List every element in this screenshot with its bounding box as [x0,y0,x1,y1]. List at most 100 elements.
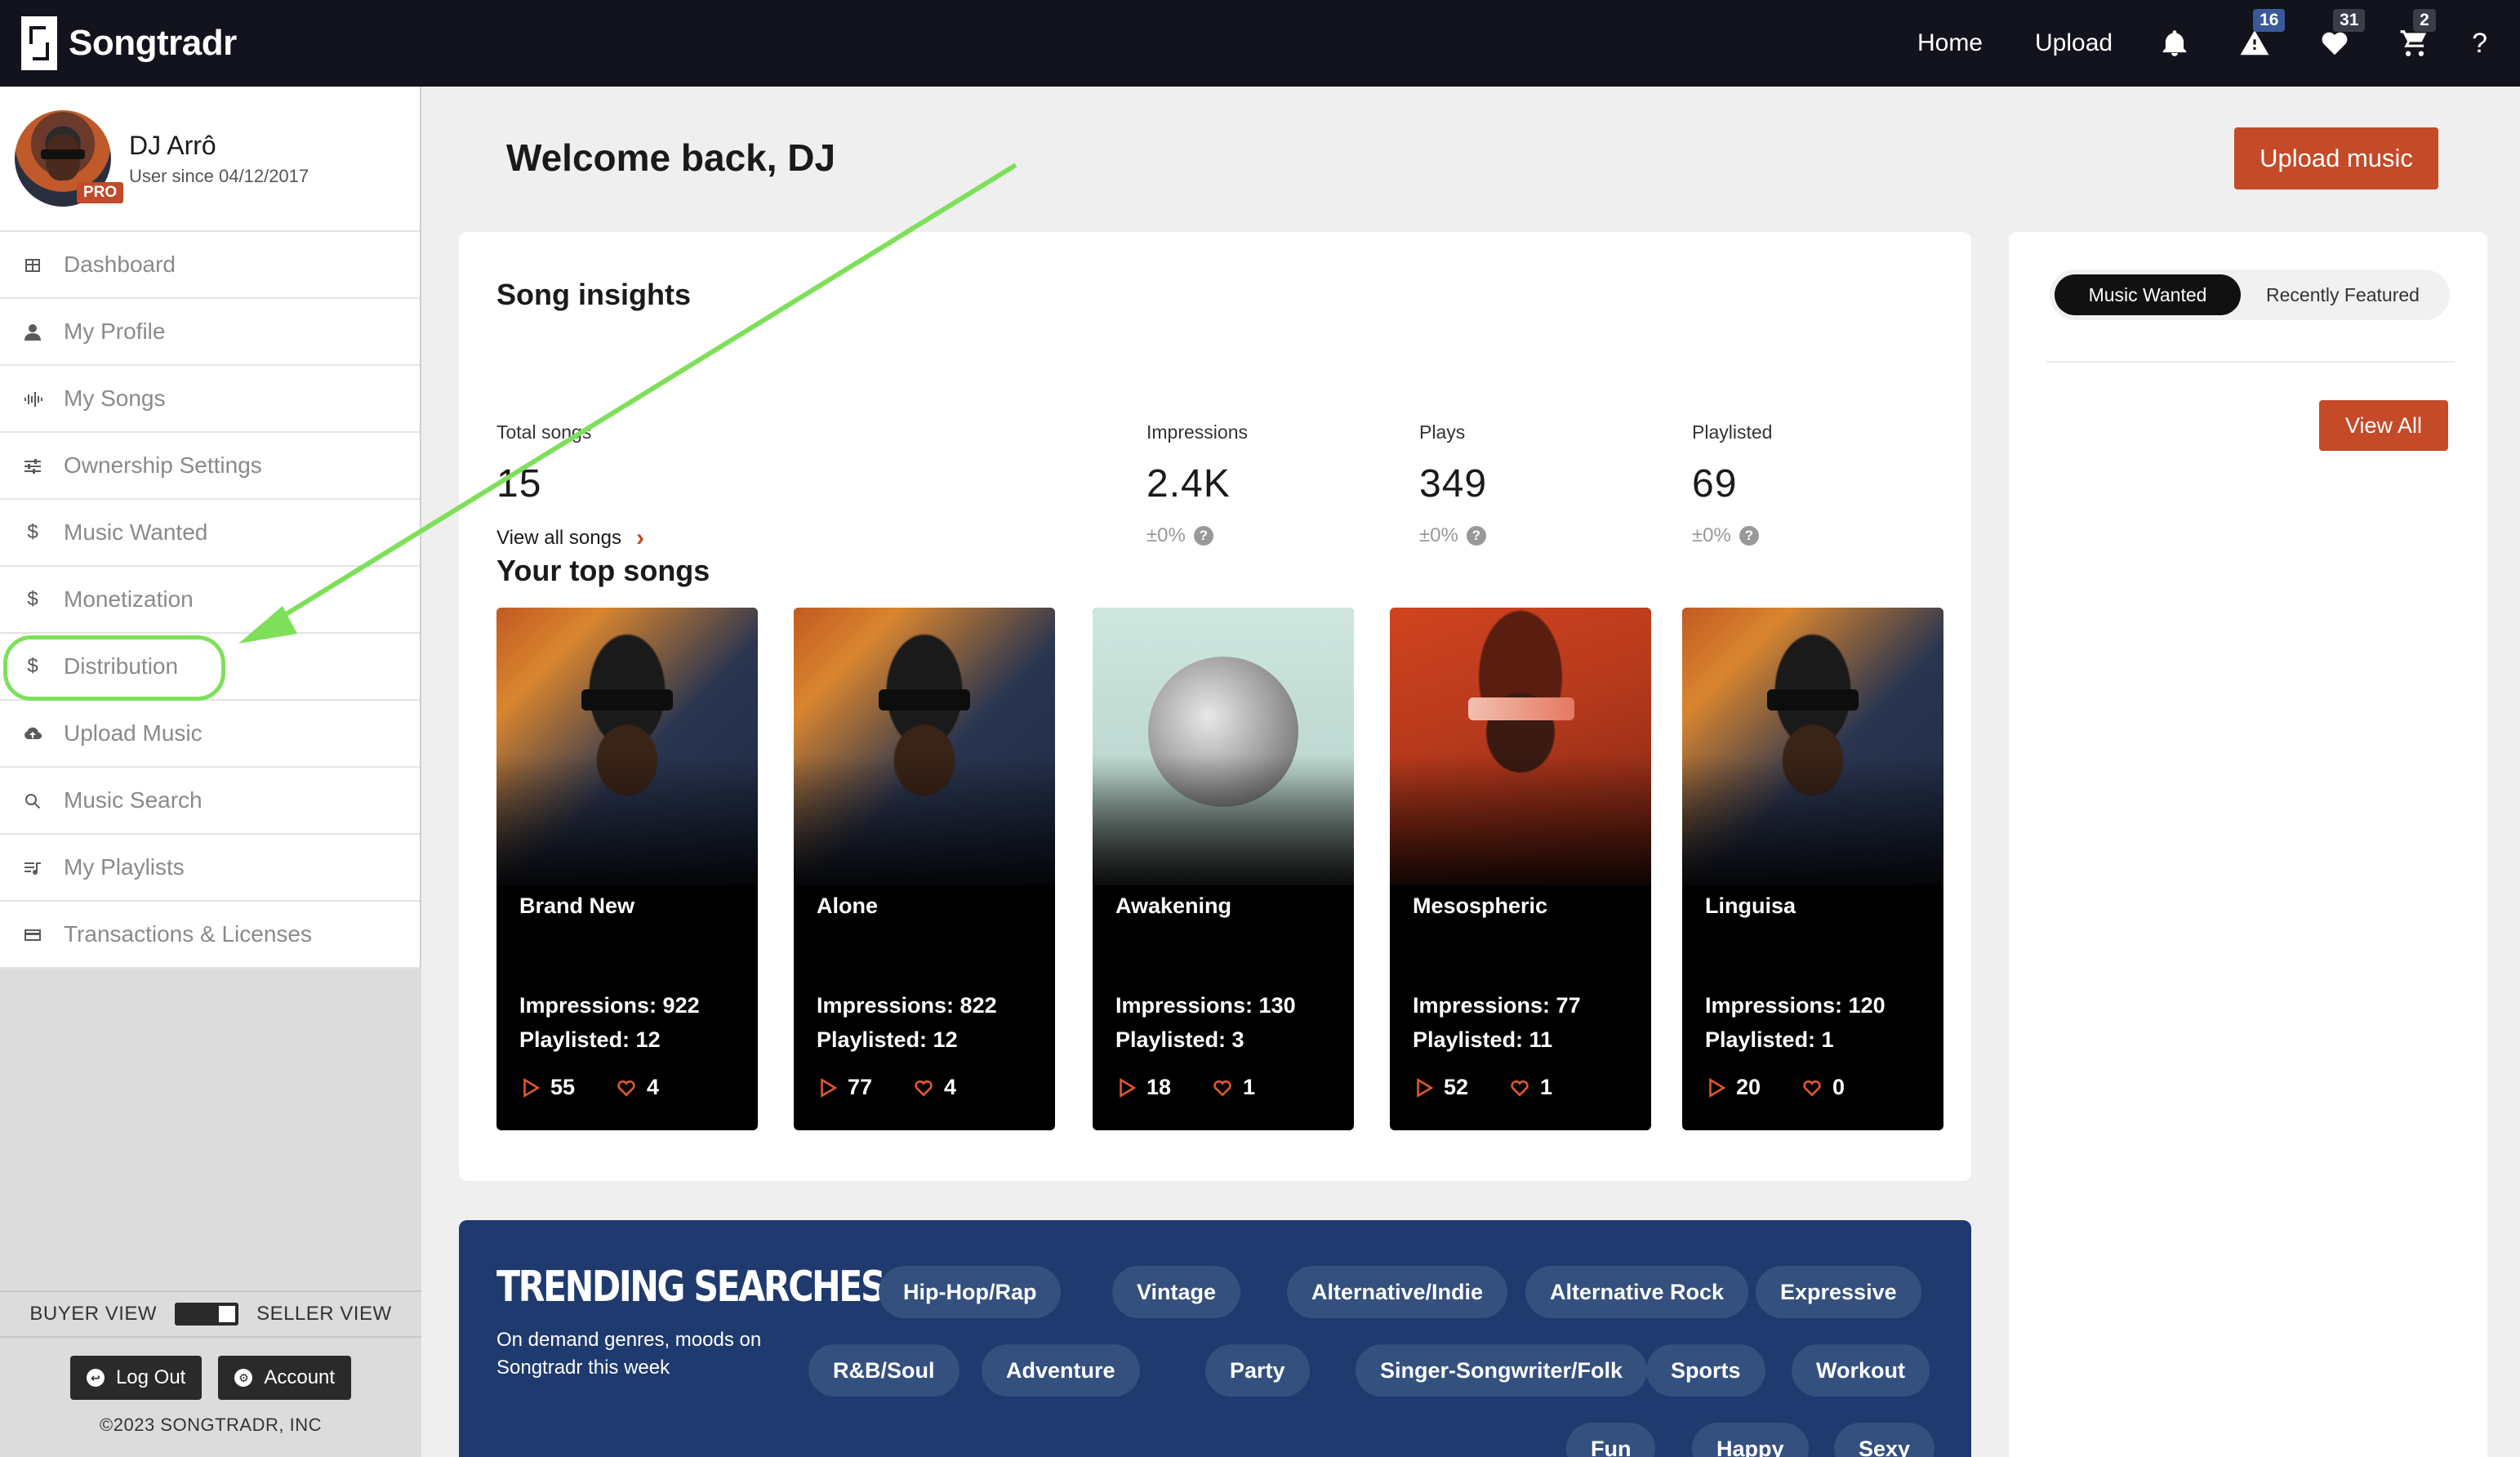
tab-music-wanted[interactable]: Music Wanted [2055,274,2241,315]
cloud-upload-icon [21,722,44,745]
sidebar-item-ownership-settings[interactable]: Ownership Settings [0,433,420,500]
heart-icon[interactable] [1509,1077,1530,1098]
song-card-linguisa[interactable]: Linguisa Impressions: 120 Playlisted: 1 … [1682,608,1943,1130]
upload-music-button[interactable]: Upload music [2234,127,2438,189]
cart-icon[interactable]: 2 [2397,9,2436,61]
tab-recently-featured[interactable]: Recently Featured [2241,274,2445,315]
log-out-label: Log Out [115,1366,186,1388]
sidebar-item-transactions-licenses[interactable]: Transactions & Licenses [0,902,420,969]
user-profile-summary[interactable]: PRO DJ Arrô User since 04/12/2017 [0,87,420,232]
tag-alternative-indie[interactable]: Alternative/Indie [1287,1266,1508,1318]
heart-icon[interactable] [1801,1077,1823,1098]
account-button[interactable]: ⚙ Account [218,1356,352,1400]
song-impressions: Impressions: 120 [1705,993,1886,1018]
tag-adventure[interactable]: Adventure [982,1344,1140,1397]
heart-icon[interactable] [913,1077,934,1098]
heart-icon[interactable] [1212,1077,1233,1098]
card-icon [21,923,44,946]
tag-vintage[interactable]: Vintage [1112,1266,1241,1318]
alert-icon[interactable]: 16 [2237,9,2286,61]
impressions-stat: Impressions 2.4K ±0%? [1146,421,1248,547]
tag-expressive[interactable]: Expressive [1756,1266,1921,1318]
play-icon[interactable] [817,1077,838,1098]
like-count: 0 [1832,1075,1845,1099]
play-count: 52 [1444,1075,1469,1099]
sidebar-item-monetization[interactable]: $ Monetization [0,567,420,634]
info-icon[interactable]: ? [1466,526,1486,546]
song-card-brand-new[interactable]: Brand New Impressions: 922 Playlisted: 1… [496,608,758,1130]
user-name: DJ Arrô [129,130,216,160]
sidebar-item-music-wanted[interactable]: $ Music Wanted [0,500,420,567]
tag-alternative-rock[interactable]: Alternative Rock [1525,1266,1749,1318]
play-icon[interactable] [519,1077,541,1098]
plays-stat: Plays 349 ±0%? [1419,421,1487,547]
song-playlisted: Playlisted: 12 [817,1027,958,1052]
heart-icon[interactable]: 31 [2317,9,2366,61]
seller-view-label[interactable]: SELLER VIEW [256,1303,392,1326]
tag-party[interactable]: Party [1205,1344,1310,1397]
user-icon [21,320,44,343]
stat-change: ±0% [1146,524,1186,546]
song-impressions: Impressions: 130 [1115,993,1296,1018]
user-since: User since 04/12/2017 [129,165,309,186]
chevron-right-icon: › [635,524,644,551]
playlisted-stat: Playlisted 69 ±0%? [1692,421,1772,547]
play-count: 77 [848,1075,873,1099]
logo-mark-icon [21,16,57,70]
heart-icon[interactable] [616,1077,637,1098]
sidebar-item-dashboard[interactable]: Dashboard [0,232,420,299]
dollar-icon: $ [27,588,38,610]
sidebar-item-my-playlists[interactable]: My Playlists [0,835,420,902]
nav-home-link[interactable]: Home [1917,29,1983,57]
play-icon[interactable] [1705,1077,1726,1098]
tag-workout[interactable]: Workout [1792,1344,1930,1397]
nav-upload-link[interactable]: Upload [2035,29,2113,57]
bell-icon[interactable] [2157,25,2193,61]
song-card-awakening[interactable]: Awakening Impressions: 130 Playlisted: 3… [1093,608,1354,1130]
stat-value: 69 [1692,462,1738,506]
view-all-button[interactable]: View All [2319,400,2448,451]
sidebar-item-upload-music[interactable]: Upload Music [0,701,420,768]
total-songs-stat: Total songs 15 View all songs › [496,421,644,552]
song-impressions: Impressions: 77 [1413,993,1581,1018]
info-icon[interactable]: ? [1193,526,1213,546]
buyer-view-label[interactable]: BUYER VIEW [29,1303,157,1326]
page-title: Welcome back, DJ [506,136,836,179]
log-out-button[interactable]: ↩ Log Out [69,1356,203,1400]
brand-name: Songtradr [69,23,237,63]
tag-fun[interactable]: Fun [1566,1423,1656,1457]
sidebar-item-my-profile[interactable]: My Profile [0,299,420,366]
tag-rnb-soul[interactable]: R&B/Soul [808,1344,959,1397]
play-icon[interactable] [1115,1077,1137,1098]
song-playlisted: Playlisted: 1 [1705,1027,1834,1052]
stat-label: Playlisted [1692,421,1773,443]
trending-title: TRENDING SEARCHES [496,1263,886,1312]
song-card-alone[interactable]: Alone Impressions: 822 Playlisted: 12 77… [794,608,1055,1130]
play-count: 18 [1146,1075,1172,1099]
stat-label: Total songs [496,421,592,443]
tag-sexy[interactable]: Sexy [1834,1423,1935,1457]
song-insights-title: Song insights [496,278,691,311]
play-count: 20 [1736,1075,1761,1099]
dashboard-icon [21,253,44,276]
tag-singer-songwriter-folk[interactable]: Singer-Songwriter/Folk [1356,1344,1648,1397]
song-title: Mesospheric [1413,893,1548,918]
tag-sports[interactable]: Sports [1646,1344,1765,1397]
like-count: 1 [1243,1075,1256,1099]
info-icon[interactable]: ? [1739,526,1759,546]
song-title: Brand New [519,893,635,918]
view-toggle-switch[interactable] [175,1303,239,1326]
sidebar-item-label: My Songs [64,385,166,411]
songtradr-logo[interactable]: Songtradr [21,16,237,70]
view-all-songs-link[interactable]: View all songs › [496,524,644,552]
tag-hip-hop-rap[interactable]: Hip-Hop/Rap [879,1266,1062,1318]
help-icon[interactable]: ? [2472,28,2487,60]
song-card-mesospheric[interactable]: Mesospheric Impressions: 77 Playlisted: … [1390,608,1651,1130]
tag-happy[interactable]: Happy [1692,1423,1809,1457]
play-icon[interactable] [1413,1077,1434,1098]
song-title: Alone [817,893,879,918]
sidebar-item-music-search[interactable]: Music Search [0,768,420,835]
sidebar-footer: BUYER VIEW SELLER VIEW ↩ Log Out ⚙ Accou… [0,1290,421,1457]
sidebar-item-my-songs[interactable]: My Songs [0,366,420,433]
sidebar-item-distribution[interactable]: $ Distribution [0,634,420,701]
